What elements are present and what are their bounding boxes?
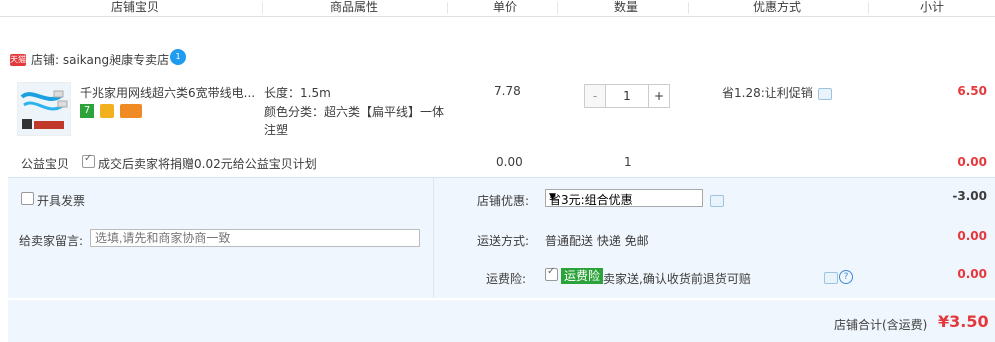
shop-promo-select[interactable]: 省3元:组合优惠 ▼: [545, 189, 703, 207]
header-divider: [688, 2, 689, 14]
seller-message-input[interactable]: [90, 229, 420, 247]
credit-card-icon: [120, 104, 142, 118]
header-subtotal: 小计: [920, 0, 945, 14]
delivery-label: 运送方式:: [477, 234, 530, 248]
insurance-amount: 0.00: [957, 267, 987, 281]
charity-price: 0.00: [496, 155, 523, 169]
quantity-stepper: - +: [584, 84, 670, 108]
attr-length: 长度：1.5m: [264, 86, 331, 100]
qty-plus-button[interactable]: +: [648, 85, 669, 107]
insurance-text: 卖家送,确认收货前退货可赔: [603, 272, 751, 286]
product-title-link[interactable]: 千兆家用网线超六类6宽带线电...: [80, 84, 255, 101]
table-header: 店铺宝贝 商品属性 单价 数量 优惠方式 小计: [0, 0, 995, 17]
shop-promo-label: 店铺优惠:: [477, 194, 530, 208]
promo-comment-icon[interactable]: [710, 195, 724, 207]
network-cable-image-icon: [18, 83, 70, 135]
shop-promo-amount: -3.00: [952, 189, 987, 203]
header-divider: [868, 2, 869, 14]
help-question-icon[interactable]: ?: [839, 270, 853, 284]
header-divider: [262, 2, 263, 14]
charity-text: 成交后卖家将捐赠0.02元给公益宝贝计划: [98, 157, 317, 171]
header-qty: 数量: [614, 0, 639, 14]
qty-minus-button[interactable]: -: [585, 85, 606, 107]
charity-label: 公益宝贝: [21, 157, 70, 171]
cart-order-panel: 店铺宝贝 商品属性 单价 数量 优惠方式 小计 天猫 店铺: saikang昶康…: [0, 0, 995, 342]
promo-comment-icon[interactable]: [818, 88, 832, 100]
attr-color: 颜色分类：超六类【扁平线】一体: [264, 105, 445, 119]
delivery-amount: 0.00: [957, 229, 987, 243]
header-item: 店铺宝贝: [111, 0, 160, 14]
shop-total-label: 店铺合计(含运费): [834, 318, 928, 332]
insurance-label: 运费险:: [486, 272, 527, 286]
shop-name-link[interactable]: 店铺: saikang昶康专卖店: [31, 51, 169, 68]
wangwang-chat-icon[interactable]: 1: [170, 49, 186, 65]
guarantee-icon: [100, 104, 114, 118]
charity-checkbox[interactable]: [82, 153, 95, 168]
discount-text: 省1.28:让利促销: [722, 86, 813, 100]
charity-qty: 1: [624, 155, 632, 169]
dropdown-arrow-icon: ▼: [549, 192, 556, 202]
attr-color-cont: 注塑: [264, 123, 289, 137]
qty-input[interactable]: [606, 85, 648, 107]
insurance-tag: 运费险: [561, 268, 604, 284]
header-price: 单价: [493, 0, 518, 14]
insurance-checkbox[interactable]: [545, 266, 558, 281]
invoice-checkbox[interactable]: [21, 192, 34, 205]
header-promo: 优惠方式: [753, 0, 802, 14]
charity-subtotal: 0.00: [957, 155, 987, 169]
tmall-badge-icon: 天猫: [10, 54, 26, 66]
message-label: 给卖家留言:: [19, 234, 84, 248]
header-divider: [447, 2, 448, 14]
header-attr: 商品属性: [330, 0, 379, 14]
header-divider: [557, 2, 558, 14]
product-thumbnail[interactable]: [17, 82, 71, 136]
shop-total-amount: ¥3.50: [938, 312, 989, 331]
seven-day-return-icon: 7: [80, 104, 94, 118]
delivery-value: 普通配送 快递 免邮: [545, 234, 649, 248]
insurance-comment-icon[interactable]: [824, 272, 838, 284]
invoice-label: 开具发票: [37, 194, 86, 208]
item-subtotal: 6.50: [957, 84, 987, 98]
unit-price: 7.78: [494, 84, 521, 98]
